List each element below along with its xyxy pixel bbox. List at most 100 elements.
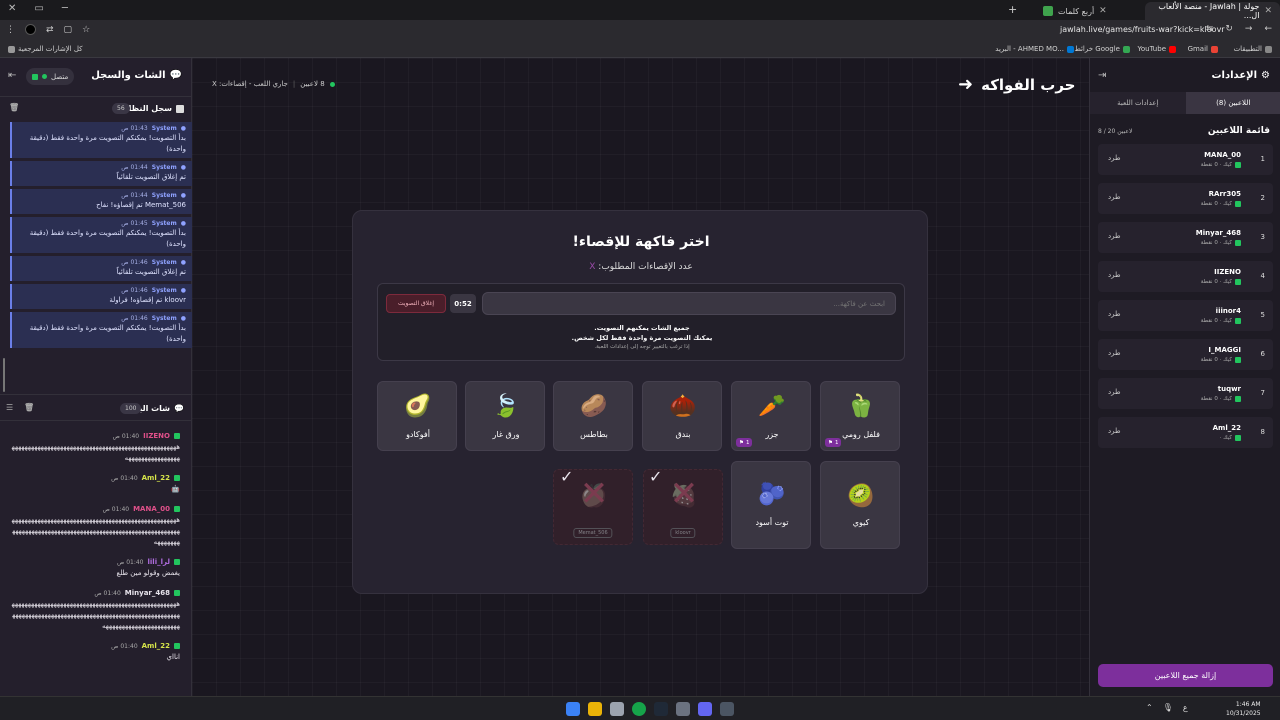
fruit-card-avocado[interactable]: 🥑 أفوكادو [377,381,457,451]
file-explorer-icon[interactable] [588,702,602,716]
kick-player-button[interactable]: طرد [1108,349,1121,357]
game-state-text: جاري اللعب - إقصاءات: X [212,80,288,88]
fruit-name: ورق غار [492,430,520,439]
kick-player-button[interactable]: طرد [1108,427,1121,435]
bookmark-all[interactable]: كل الإشارات المرجعية [8,45,83,53]
app-icon[interactable] [720,702,734,716]
log-entry-name: System [151,220,177,227]
chat-message-meta: Aml_22 01:40 ص [10,474,180,482]
game-title-back[interactable]: حرب الفواكه ➜ [958,74,1075,95]
kick-player-button[interactable]: طرد [1108,232,1121,240]
log-entry-name: System [151,259,177,266]
discord-icon[interactable] [698,702,712,716]
chat-username[interactable]: Minyar_468 [125,589,170,597]
site-settings-icon[interactable]: ⇆ [1206,24,1214,34]
apps-grid-icon [1265,45,1272,53]
tab-arbaa-kalimat[interactable]: ✕ أربع كلمات [1035,2,1115,20]
back-icon[interactable]: ← [1264,24,1272,34]
extensions-icon[interactable]: ⇄ [46,25,54,35]
fruit-card-potato[interactable]: 🥔 بطاطس [553,381,633,451]
fruit-card-bell-pepper[interactable]: 🫑 فلفل رومي ⚑ 1 [820,381,900,451]
bookmark-gmail[interactable]: Gmail [1188,45,1218,53]
filter-icon[interactable]: ☰ [6,403,13,412]
window-icon[interactable]: ▢ [64,25,73,35]
outlook-icon [1067,45,1074,53]
log-entry-name: System [151,287,177,294]
bookmark-apps[interactable]: التطبيقات [1234,45,1272,53]
tab-jawlah[interactable]: ✕ جولة | Jawlah - منصة الألعاب ال... [1145,2,1280,20]
language-indicator[interactable]: ع [1183,703,1188,712]
chat-message: IIZENO 01:40 ص ههههههههههههههههههههههههههه… [0,428,192,470]
system-log-list[interactable]: ● System 01:43 ص بدأ التصويت! يمكنكم التصوي… [10,122,192,384]
log-entry-text: kloovr تم إقصاؤه! فراولة [109,296,186,304]
mic-icon[interactable]: 🎙 [1163,703,1173,712]
required-eliminations-value: X [589,262,596,272]
check-icon: ✓ [560,467,574,486]
system-log-header: سجل النظام 56 🗑 [0,100,192,118]
new-tab-button[interactable]: + [1008,3,1017,16]
remove-all-players-button[interactable]: إزالة جميع اللاعبين [1098,664,1273,687]
avocado-icon: 🥑 [404,394,432,419]
trash-icon[interactable]: 🗑 [24,403,34,412]
profile-avatar[interactable] [25,24,36,35]
fruit-card-bay-leaf[interactable]: 🍃 ورق غار [465,381,545,451]
chat-username[interactable]: Aml_22 [142,642,170,650]
close-vote-button[interactable]: إغلاق التصويت [386,294,446,313]
tab-game-settings[interactable]: إعدادات اللعبة [1090,92,1186,114]
chrome-icon[interactable] [632,702,646,716]
chat-username[interactable]: IIZENO [143,432,170,440]
kick-player-button[interactable]: طرد [1108,388,1121,396]
kick-icon [174,559,180,565]
system-icon: ● [180,315,186,322]
player-row: 7 tuqwr كيك · 0 نقطة طرد [1098,378,1273,409]
arrow-right-icon[interactable]: ➜ [958,74,973,95]
app-icon[interactable] [676,702,690,716]
kick-player-button[interactable]: طرد [1108,154,1121,162]
bookmark-maps[interactable]: خرائط Google [1074,45,1130,53]
kick-player-button[interactable]: طرد [1108,271,1121,279]
chevron-up-icon[interactable]: ⌃ [1146,703,1153,712]
collapse-panel-icon[interactable]: ⇤ [8,70,16,81]
live-chat-list[interactable]: IIZENO 01:40 ص ههههههههههههههههههههههههههه… [0,428,192,696]
reload-icon[interactable]: ↻ [1225,24,1233,34]
chat-username[interactable]: MANA_00 [133,505,170,513]
fruit-card-kiwi[interactable]: 🥝 كيوي [820,461,900,549]
system-icon: ● [180,220,186,227]
steam-icon[interactable] [654,702,668,716]
menu-dots-icon[interactable]: ⋮ [6,25,15,35]
windows-start-icon[interactable] [566,702,580,716]
close-window-icon[interactable]: ✕ [8,3,16,14]
player-name: MANA_00 [1204,151,1241,159]
minimize-window-icon[interactable]: ─ [62,3,68,14]
fruit-card-hazelnut[interactable]: 🌰 بندق [642,381,722,451]
vote-info-line: جميع الشات يمكنهم التصويت. [594,324,690,332]
kick-icon [174,475,180,481]
chat-username[interactable]: لرا_lili [148,558,171,566]
fruit-search-input[interactable] [482,292,896,315]
player-number: 3 [1260,233,1265,241]
star-bookmark-icon[interactable]: ☆ [82,25,90,35]
player-number: 8 [1260,428,1265,436]
forward-icon[interactable]: → [1245,24,1253,34]
kick-player-button[interactable]: طرد [1108,310,1121,318]
clock[interactable]: 1:46 AM 10/31/2025 [1226,700,1261,718]
kick-icon [1235,279,1241,285]
fruit-card-blackberry[interactable]: 🫐 توت أسود [731,461,811,549]
scrollbar[interactable] [3,358,5,392]
collapse-panel-icon[interactable]: ⇥ [1098,70,1106,81]
chat-username[interactable]: Aml_22 [142,474,170,482]
kick-player-button[interactable]: طرد [1108,193,1121,201]
close-tab-icon[interactable]: ✕ [1264,6,1272,16]
youtube-icon [1169,45,1176,53]
close-tab-icon[interactable]: ✕ [1099,6,1107,16]
address-bar[interactable]: jawlah.live/games/fruits-war?kick=kloovr [1060,25,1225,34]
bookmark-mail[interactable]: البريد - AHMED MO... [995,45,1074,53]
fruit-card-carrot[interactable]: 🥕 جزر ⚑ 1 [731,381,811,451]
bookmark-youtube[interactable]: YouTube [1138,45,1176,53]
log-entry-text: تم إغلاق التصويت تلقائياً [116,173,186,181]
settings-app-icon[interactable] [610,702,624,716]
tab-players[interactable]: اللاعبين (8) [1185,92,1280,114]
restore-window-icon[interactable]: ▭ [34,3,43,14]
trash-icon[interactable]: 🗑 [9,103,19,112]
log-entry-text: بدأ التصويت! يمكنكم التصويت مرة واحدة فق… [29,324,186,343]
